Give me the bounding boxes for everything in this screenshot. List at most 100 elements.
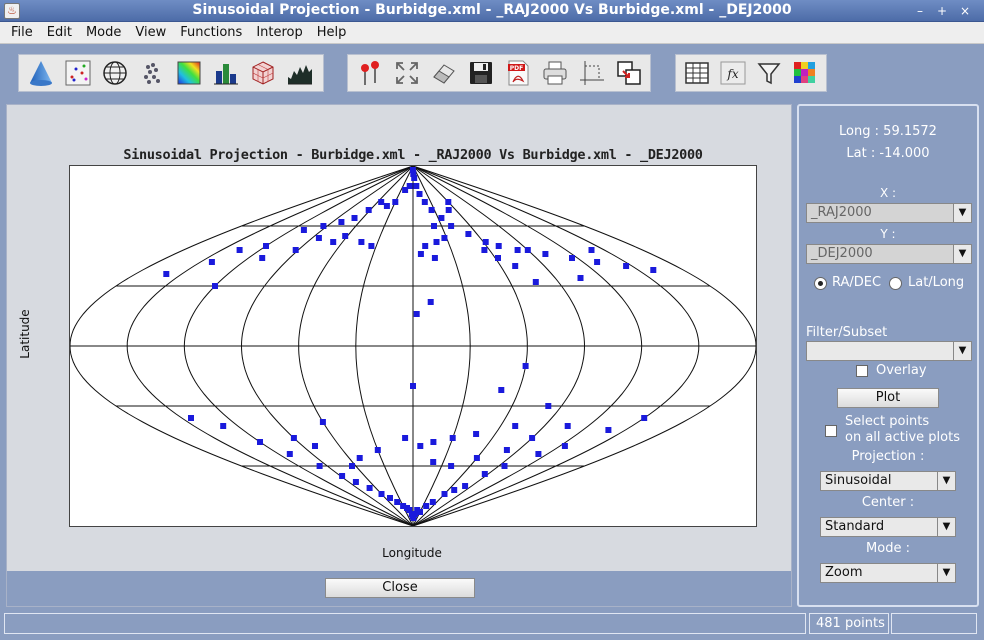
select-points-checkbox[interactable] [825,425,837,437]
long-value: 59.1572 [883,124,937,139]
color-grid-icon[interactable] [790,57,821,89]
data-point [473,431,480,437]
x-column-value: _RAJ2000 [811,205,872,220]
latlong-radio[interactable] [889,277,902,290]
sinusoidal-plot[interactable] [69,165,757,527]
data-point [416,191,423,197]
table-icon[interactable] [682,57,713,89]
plot-button[interactable]: Plot [837,388,939,408]
mode-select[interactable]: Zoom ▼ [820,563,956,583]
chevron-down-icon: ▼ [937,564,955,582]
menu-file[interactable]: File [11,25,33,40]
projection-select[interactable]: Sinusoidal ▼ [820,471,956,491]
chevron-down-icon: ▼ [953,342,971,360]
data-point [292,247,299,253]
menu-mode[interactable]: Mode [86,25,121,40]
minimize-button[interactable]: – [910,3,930,19]
lat-value: -14.000 [879,146,930,161]
data-point [368,243,375,249]
x-column-select[interactable]: _RAJ2000 ▼ [806,203,972,223]
toolbar-group-data: fx [675,54,827,92]
data-point [417,251,424,257]
data-point [448,463,455,469]
y-column-select[interactable]: _DEJ2000 ▼ [806,244,972,264]
save-icon[interactable] [465,57,497,89]
fit-zoom-icon[interactable] [391,57,423,89]
mode-value: Zoom [825,565,863,580]
mode-label: Mode : [866,541,910,556]
data-point [422,243,429,249]
data-point [290,435,297,441]
maximize-button[interactable]: + [932,3,952,19]
close-window-button[interactable]: × [955,3,975,19]
cone-icon[interactable] [25,57,57,89]
overlay-checkbox[interactable] [856,365,868,377]
data-point [445,199,452,205]
data-point [441,491,448,497]
menu-view[interactable]: View [135,25,166,40]
filter-icon[interactable] [754,57,785,89]
eraser-icon[interactable] [428,57,460,89]
data-point [259,255,266,261]
select-points-label-2: on all active plots [845,430,960,445]
pdf-icon[interactable]: PDF [502,57,534,89]
center-select[interactable]: Standard ▼ [820,517,956,537]
data-point [433,239,440,245]
export-icon[interactable] [613,57,645,89]
data-point [503,447,510,453]
data-point [413,183,420,189]
y-axis-label: Latitude [18,309,32,359]
plot-area[interactable] [69,165,757,527]
data-point [315,235,322,241]
data-point [378,199,385,205]
close-button[interactable]: Close [325,578,475,598]
data-point [358,239,365,245]
print-icon[interactable] [539,57,571,89]
data-point [163,271,170,277]
data-point [532,279,539,285]
filter-select[interactable]: ▼ [806,341,972,361]
data-point [402,435,409,441]
menu-edit[interactable]: Edit [47,25,72,40]
menu-functions[interactable]: Functions [180,25,242,40]
cluster-icon[interactable] [136,57,168,89]
data-point [300,227,307,233]
data-point [462,483,469,489]
scatter-plot-icon[interactable] [62,57,94,89]
data-point [564,423,571,429]
data-point [342,233,349,239]
data-point [330,239,337,245]
data-point [449,435,456,441]
data-point [188,415,194,421]
menu-interop[interactable]: Interop [256,25,302,40]
data-point [441,235,448,241]
data-point [423,503,430,509]
crop-select-icon[interactable] [576,57,608,89]
menu-bar: File Edit Mode View Functions Interop He… [0,22,984,44]
data-point [431,223,437,229]
function-icon[interactable]: fx [718,57,749,89]
long-readout: Long : 59.1572 [799,124,977,139]
status-bar: 481 points [0,610,984,640]
chevron-down-icon: ▼ [953,204,971,222]
color-map-icon[interactable] [173,57,205,89]
data-point [417,509,423,515]
data-point [374,447,381,453]
globe-icon[interactable] [99,57,131,89]
area-chart-icon[interactable] [284,57,316,89]
data-point [481,247,488,253]
data-point [482,239,489,245]
data-point [431,255,438,261]
status-extra [891,613,977,634]
data-point [212,283,218,289]
radec-radio[interactable] [814,277,827,290]
plot-title: Sinusoidal Projection - Burbidge.xml - _… [123,147,703,163]
pin-icon[interactable] [354,57,386,89]
data-point [605,427,612,433]
data-point [421,199,428,205]
menu-help[interactable]: Help [317,25,347,40]
center-value: Standard [825,519,885,534]
histogram-icon[interactable] [210,57,242,89]
data-point [413,311,420,317]
cube-icon[interactable] [247,57,279,89]
